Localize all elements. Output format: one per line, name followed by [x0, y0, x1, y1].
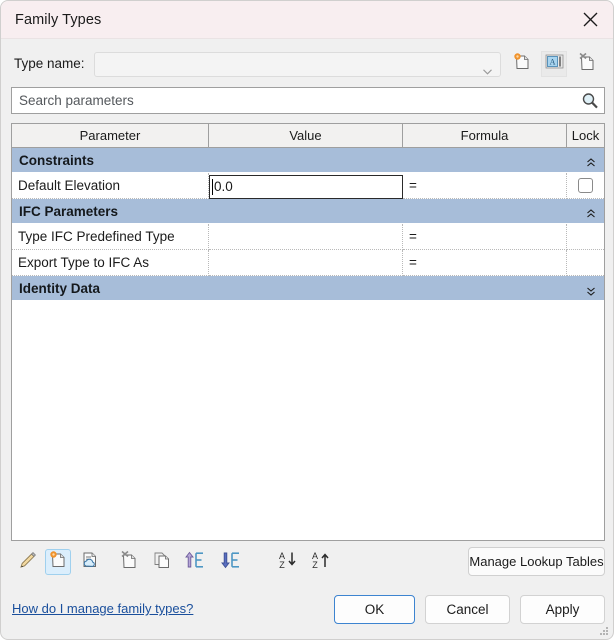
- search-parameters-input[interactable]: Search parameters: [11, 87, 605, 114]
- move-up-icon: [184, 550, 206, 575]
- window-title: Family Types: [15, 12, 102, 28]
- value-text: 0.0: [214, 179, 233, 194]
- title-bar: Family Types: [1, 1, 613, 39]
- cell-parameter[interactable]: Default Elevation: [12, 173, 209, 199]
- svg-text:Z: Z: [279, 560, 285, 570]
- ok-button[interactable]: OK: [334, 595, 415, 624]
- rename-type-button[interactable]: A: [541, 51, 567, 77]
- cell-value[interactable]: [209, 250, 403, 276]
- cell-formula[interactable]: =: [403, 250, 567, 276]
- column-header-formula[interactable]: Formula: [403, 124, 567, 147]
- remove-parameter-button[interactable]: [116, 549, 142, 575]
- delete-type-icon: [577, 52, 597, 77]
- table-empty-area[interactable]: [12, 301, 604, 540]
- table-row[interactable]: Export Type to IFC As =: [12, 250, 604, 276]
- cell-lock[interactable]: [567, 250, 604, 276]
- new-parameter-icon: [48, 550, 68, 575]
- move-down-button[interactable]: [218, 549, 244, 575]
- new-parameter-button[interactable]: [45, 549, 71, 575]
- column-header-lock[interactable]: Lock: [567, 124, 604, 147]
- group-header-identity-data[interactable]: Identity Data: [12, 276, 604, 301]
- svg-text:A: A: [549, 58, 555, 67]
- chevron-up-icon[interactable]: [586, 206, 596, 218]
- delete-type-button[interactable]: [574, 51, 600, 77]
- chevron-down-icon[interactable]: [586, 283, 596, 296]
- group-title: Constraints: [19, 152, 95, 168]
- table-row[interactable]: Default Elevation 0.0 =: [12, 173, 604, 199]
- type-name-label: Type name:: [14, 56, 85, 71]
- help-link[interactable]: How do I manage family types?: [12, 601, 193, 616]
- sort-descending-icon: A Z: [310, 550, 332, 575]
- value-edit-input[interactable]: 0.0: [209, 174, 403, 199]
- cell-value[interactable]: [209, 224, 403, 250]
- duplicate-parameter-icon: [152, 550, 172, 575]
- new-type-icon: [512, 52, 532, 77]
- family-types-dialog: Family Types Type name: A Search paramet…: [0, 0, 614, 640]
- new-type-button[interactable]: [509, 51, 535, 77]
- sort-ascending-icon: A Z: [277, 550, 299, 575]
- cell-parameter[interactable]: Type IFC Predefined Type: [12, 224, 209, 250]
- cancel-button[interactable]: Cancel: [425, 595, 510, 624]
- close-icon: [583, 12, 598, 27]
- apply-button[interactable]: Apply: [520, 595, 605, 624]
- move-down-icon: [220, 550, 242, 575]
- shared-parameter-icon: [80, 550, 100, 575]
- search-placeholder: Search parameters: [19, 93, 134, 108]
- group-title: IFC Parameters: [19, 203, 119, 219]
- chevron-up-icon[interactable]: [586, 155, 596, 167]
- cell-formula[interactable]: =: [403, 224, 567, 250]
- resize-grip[interactable]: [597, 623, 609, 635]
- group-header-constraints[interactable]: Constraints: [12, 148, 604, 173]
- group-header-ifc-parameters[interactable]: IFC Parameters: [12, 199, 604, 224]
- table-row[interactable]: Type IFC Predefined Type =: [12, 224, 604, 250]
- type-name-combobox[interactable]: [94, 52, 501, 77]
- rename-type-icon: A: [545, 53, 564, 75]
- search-icon[interactable]: [580, 91, 600, 111]
- parameters-table[interactable]: Parameter Value Formula Lock Constraints…: [11, 123, 605, 541]
- cell-parameter[interactable]: Export Type to IFC As: [12, 250, 209, 276]
- lock-checkbox[interactable]: [578, 178, 593, 193]
- column-header-parameter[interactable]: Parameter: [12, 124, 209, 147]
- cell-lock[interactable]: [567, 224, 604, 250]
- sort-ascending-button[interactable]: A Z: [275, 549, 301, 575]
- edit-parameter-icon: [18, 550, 38, 575]
- duplicate-parameter-button[interactable]: [149, 549, 175, 575]
- chevron-down-icon: [483, 62, 492, 75]
- shared-parameter-button[interactable]: [77, 549, 103, 575]
- column-header-value[interactable]: Value: [209, 124, 403, 147]
- group-title: Identity Data: [19, 280, 101, 296]
- edit-parameter-button[interactable]: [15, 549, 41, 575]
- move-up-button[interactable]: [182, 549, 208, 575]
- cell-value[interactable]: 0.0: [209, 173, 403, 199]
- cell-formula[interactable]: =: [403, 173, 567, 199]
- remove-parameter-icon: [119, 550, 139, 575]
- sort-descending-button[interactable]: A Z: [308, 549, 334, 575]
- cell-lock[interactable]: [567, 173, 604, 199]
- manage-lookup-tables-button[interactable]: Manage Lookup Tables: [468, 547, 605, 576]
- close-button[interactable]: [567, 1, 613, 38]
- svg-text:Z: Z: [312, 560, 318, 570]
- table-header-row: Parameter Value Formula Lock: [12, 124, 604, 148]
- parameter-toolbar: A Z A Z Manage Lookup Tables: [11, 547, 605, 583]
- text-caret: [212, 178, 213, 195]
